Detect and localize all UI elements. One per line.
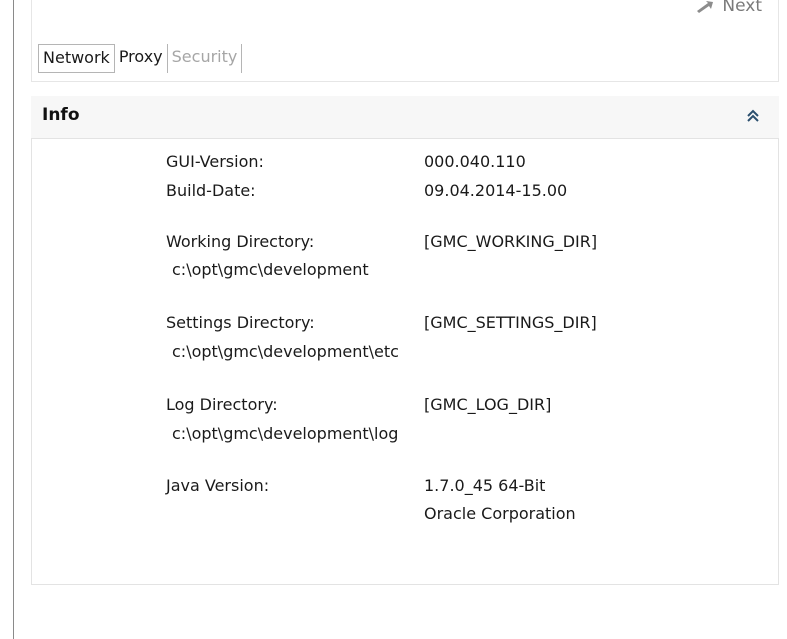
tab-proxy[interactable]: Proxy (115, 44, 168, 73)
build-date-value: 09.04.2014-15.00 (424, 181, 568, 200)
info-title: Info (42, 105, 80, 125)
next-button[interactable]: Next (696, 0, 762, 16)
next-label: Next (722, 0, 762, 16)
tab-security: Security (168, 44, 243, 73)
java-version-value: 1.7.0_45 64-Bit (424, 476, 546, 495)
left-divider (13, 0, 14, 639)
log-dir-variable: [GMC_LOG_DIR] (424, 395, 552, 414)
settings-dir-path: c:\opt\gmc\development\etc (172, 342, 399, 361)
java-vendor-value: Oracle Corporation (424, 504, 576, 523)
settings-dir-label: Settings Directory: (166, 313, 315, 332)
chevron-double-up-icon[interactable] (745, 108, 761, 124)
log-dir-label: Log Directory: (166, 395, 278, 414)
working-dir-label: Working Directory: (166, 232, 315, 251)
build-date-label: Build-Date: (166, 181, 256, 200)
working-dir-path: c:\opt\gmc\development (172, 260, 369, 279)
info-section-body: GUI-Version: 000.040.110 Build-Date: 09.… (31, 138, 779, 585)
java-version-label: Java Version: (166, 476, 270, 495)
info-section-header: Info (31, 96, 779, 138)
gui-version-value: 000.040.110 (424, 152, 526, 171)
settings-tab-panel: Next Network Proxy Security (31, 0, 779, 82)
settings-dir-variable: [GMC_SETTINGS_DIR] (424, 313, 597, 332)
log-dir-path: c:\opt\gmc\development\log (172, 424, 399, 443)
tab-network[interactable]: Network (38, 44, 115, 73)
gui-version-label: GUI-Version: (166, 152, 264, 171)
arrow-right-icon (697, 1, 714, 13)
tab-bar: Network Proxy Security (38, 44, 243, 73)
working-dir-variable: [GMC_WORKING_DIR] (424, 232, 598, 251)
